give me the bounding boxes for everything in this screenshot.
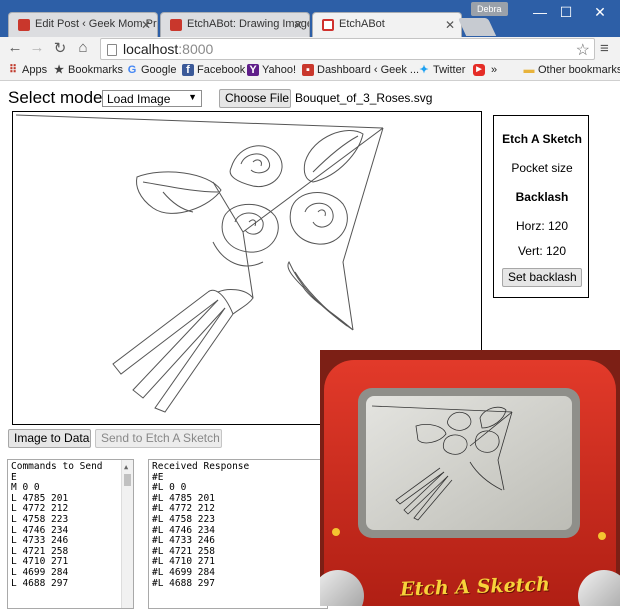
youtube-icon: ▶: [473, 64, 485, 76]
backlash-title: Backlash: [515, 190, 569, 204]
profile-badge[interactable]: Debra: [471, 2, 508, 16]
tab-edit-post[interactable]: Edit Post ‹ Geek Mom Pro ✕: [8, 12, 158, 37]
bookmark-label: Facebook: [197, 64, 246, 76]
apps-grid-icon: ⠿: [8, 64, 18, 76]
url-host: localhost: [123, 41, 179, 57]
new-tab-button[interactable]: [457, 18, 497, 36]
etch-a-sketch-photo: Etch A Sketch: [320, 350, 620, 606]
bookmark-google[interactable]: G Google: [126, 64, 177, 76]
instructables-favicon-icon: [170, 19, 182, 31]
bookmark-label: Bookmarks: [68, 64, 124, 76]
scroll-thumb[interactable]: [124, 474, 131, 486]
tab-etchabot-drawing[interactable]: EtchABot: Drawing Images ✕: [160, 12, 310, 37]
backlash-vert: Vert: 120: [517, 244, 567, 258]
bookmark-label: Yahoo!: [262, 64, 297, 76]
back-arrow-icon[interactable]: ←: [6, 39, 24, 56]
address-bar[interactable]: localhost:8000 ☆: [100, 38, 595, 60]
bookmark-bookmarks[interactable]: ★ Bookmarks: [53, 64, 123, 76]
close-tab-icon[interactable]: ✕: [445, 18, 455, 32]
bookmark-yahoo[interactable]: Y Yahoo!: [247, 64, 296, 76]
bookmark-label: Apps: [22, 64, 48, 76]
response-line: #L 4758 223: [152, 513, 215, 525]
browser-toolbar: ← → ↻ ⌂ localhost:8000 ☆ ≡: [0, 37, 620, 61]
page-icon: [107, 44, 117, 56]
settings-panel: Etch A Sketch Pocket size Backlash Horz:…: [493, 115, 589, 298]
bookmark-label: Google: [141, 64, 177, 76]
tab-etchabot[interactable]: EtchABot ✕: [312, 12, 462, 38]
wordpress-favicon-icon: [18, 19, 30, 31]
command-line: L 4688 297: [11, 577, 69, 589]
bookmark-dashboard[interactable]: ▪ Dashboard ‹ Geek ...: [302, 64, 419, 76]
tab-title: EtchABot: Drawing Images: [187, 18, 310, 30]
minimize-icon[interactable]: —: [530, 4, 550, 20]
google-icon: G: [127, 64, 137, 76]
bookmark-label: Twitter: [433, 64, 466, 76]
tab-title: Edit Post ‹ Geek Mom Pro: [35, 18, 158, 30]
scroll-up-icon[interactable]: ▲: [124, 462, 128, 473]
home-icon[interactable]: ⌂: [74, 39, 92, 56]
send-to-etch-a-sketch-button[interactable]: Send to Etch A Sketch: [95, 429, 222, 448]
response-line: #L 4688 297: [152, 577, 215, 589]
command-line: L 4699 284: [11, 566, 69, 578]
mode-select[interactable]: Load Image ▼: [102, 90, 202, 107]
responses-header: Received Response: [152, 461, 250, 472]
select-mode-label: Select mode:: [8, 88, 108, 107]
bookmark-star-icon[interactable]: ☆: [576, 40, 590, 60]
dashboard-icon: ▪: [302, 64, 314, 76]
folder-icon: ▬: [523, 64, 535, 76]
bookmark-twitter[interactable]: ✦ Twitter: [418, 64, 465, 76]
window-titlebar: Edit Post ‹ Geek Mom Pro ✕ EtchABot: Dra…: [0, 0, 620, 38]
bookmark-other[interactable]: ▬ Other bookmarks: [523, 64, 620, 76]
bookmark-facebook[interactable]: f Facebook: [182, 64, 245, 76]
file-name: Bouquet_of_3_Roses.svg: [295, 91, 433, 105]
close-tab-icon[interactable]: ✕: [293, 18, 303, 32]
yahoo-icon: Y: [247, 64, 259, 76]
etch-a-sketch-toy: [320, 350, 620, 606]
close-window-icon[interactable]: ✕: [590, 4, 610, 21]
reload-icon[interactable]: ↻: [51, 39, 69, 57]
device-size: Pocket size: [511, 161, 573, 175]
close-tab-icon[interactable]: ✕: [141, 18, 151, 32]
commands-header: Commands to Send: [11, 461, 103, 472]
device-title: Etch A Sketch: [502, 132, 582, 146]
choose-file-button[interactable]: Choose File: [219, 89, 291, 108]
star-icon: ★: [54, 64, 64, 76]
bookmark-label: Other bookmarks: [538, 64, 620, 76]
bookmark-apps[interactable]: ⠿ Apps: [7, 64, 47, 76]
image-to-data-button[interactable]: Image to Data: [8, 429, 91, 448]
tab-title: EtchABot: [339, 18, 385, 30]
mode-select-value: Load Image: [107, 92, 171, 106]
chrome-menu-icon[interactable]: ≡: [600, 40, 609, 57]
commands-scrollbar[interactable]: ▲: [121, 460, 133, 608]
bookmarks-bar: ⠿ Apps ★ Bookmarks G Google f Facebook Y…: [0, 61, 620, 81]
command-line: L 4758 223: [11, 513, 69, 525]
responses-textarea[interactable]: Received Response #E #L 0 0 #L 4785 201 …: [148, 459, 328, 609]
response-line: #L 4699 284: [152, 566, 215, 578]
forward-arrow-icon[interactable]: →: [28, 39, 46, 56]
etchabot-favicon-icon: [322, 19, 334, 31]
bookmark-label: Dashboard ‹ Geek ...: [317, 64, 420, 76]
backlash-horz: Horz: 120: [515, 219, 569, 233]
bookmarks-overflow[interactable]: »: [491, 64, 497, 76]
commands-textarea[interactable]: Commands to Send E M 0 0 L 4785 201 L 47…: [7, 459, 134, 609]
set-backlash-button[interactable]: Set backlash: [502, 268, 582, 287]
dropdown-arrow-icon: ▼: [188, 92, 197, 102]
url-port: :8000: [178, 41, 214, 57]
facebook-icon: f: [182, 64, 194, 76]
maximize-icon[interactable]: ☐: [556, 4, 576, 21]
twitter-icon: ✦: [419, 64, 429, 76]
